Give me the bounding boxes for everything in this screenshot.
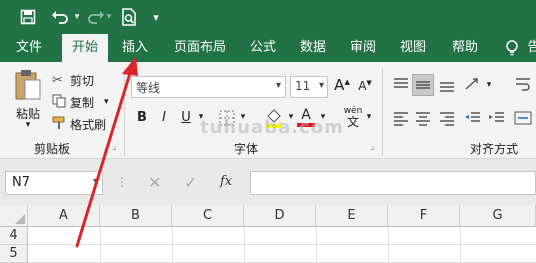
annotation-arrow-icon [75,56,138,248]
